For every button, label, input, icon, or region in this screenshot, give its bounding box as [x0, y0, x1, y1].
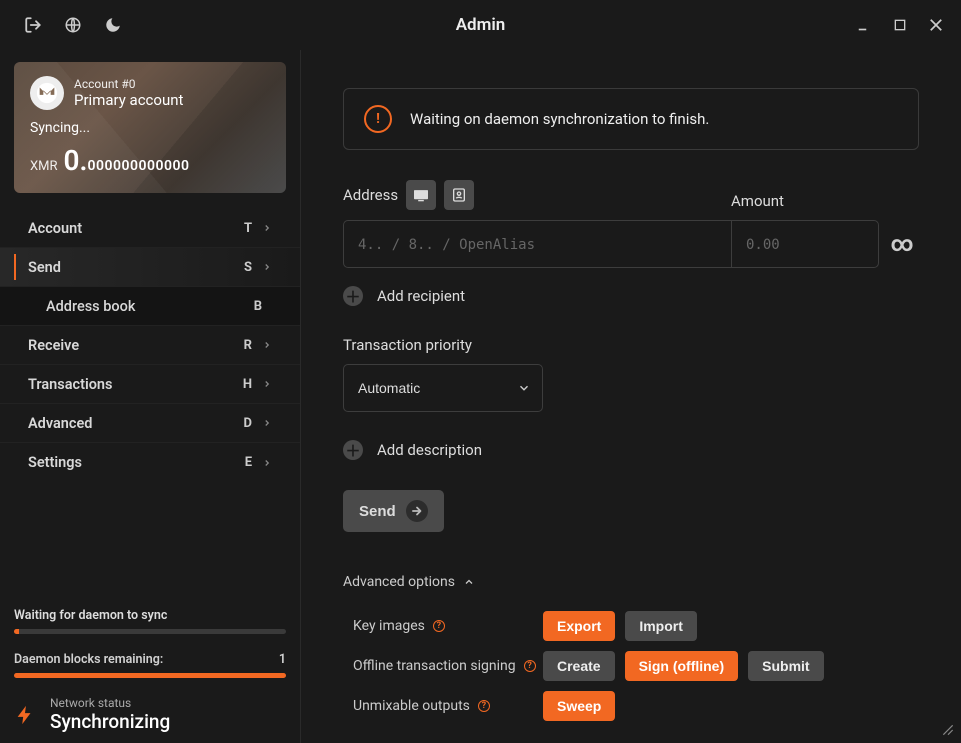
network-status[interactable]: Network status Synchronizing — [14, 696, 286, 733]
sidebar-item-send[interactable]: Send S — [0, 248, 300, 287]
chevron-right-icon — [262, 340, 272, 350]
alert-message: Waiting on daemon synchronization to fin… — [410, 110, 709, 128]
advanced-options-toggle[interactable]: Advanced options — [343, 574, 919, 590]
export-button[interactable]: Export — [543, 611, 615, 641]
sidebar-item-address-book[interactable]: Address book B — [0, 287, 300, 326]
resolve-icon[interactable] — [406, 180, 436, 210]
sync-status-label: Waiting for daemon to sync — [14, 608, 286, 623]
tx-priority-select[interactable] — [343, 364, 543, 412]
sidebar: Account #0 Primary account Syncing... XM… — [0, 50, 301, 743]
resize-handle-icon[interactable] — [941, 723, 955, 737]
submit-button[interactable]: Submit — [748, 651, 823, 681]
daemon-blocks-value: 1 — [279, 652, 286, 667]
globe-icon[interactable] — [56, 8, 90, 42]
chevron-right-icon — [262, 379, 272, 389]
account-balance: XMR 0.000000000000 — [30, 144, 270, 177]
send-all-button[interactable]: ∞ — [885, 220, 919, 268]
chevron-right-icon — [262, 262, 272, 272]
arrow-right-icon — [406, 500, 428, 522]
address-label: Address — [343, 186, 398, 204]
sidebar-item-advanced[interactable]: Advanced D — [0, 404, 300, 443]
address-book-icon[interactable] — [444, 180, 474, 210]
titlebar: Admin — [0, 0, 961, 50]
sidebar-item-settings[interactable]: Settings E — [0, 443, 300, 482]
amount-input[interactable] — [731, 220, 879, 268]
address-input[interactable] — [343, 220, 731, 268]
chevron-right-icon — [262, 418, 272, 428]
offline-signing-label: Offline transaction signing — [353, 658, 516, 674]
daemon-progress-bar — [14, 673, 286, 678]
moon-icon[interactable] — [96, 8, 130, 42]
key-images-label: Key images — [353, 618, 425, 634]
minimize-button[interactable] — [847, 8, 881, 42]
unmixable-outputs-label: Unmixable outputs — [353, 698, 470, 714]
import-button[interactable]: Import — [625, 611, 697, 641]
chevron-up-icon — [463, 576, 475, 588]
maximize-button[interactable] — [883, 8, 917, 42]
account-tag: Account #0 — [74, 77, 183, 91]
close-button[interactable] — [919, 8, 953, 42]
account-sync-status: Syncing... — [30, 120, 270, 136]
daemon-blocks-label: Daemon blocks remaining: — [14, 652, 163, 667]
add-recipient-button[interactable]: ＋ Add recipient — [343, 286, 919, 306]
send-button[interactable]: Send — [343, 490, 444, 532]
tx-priority-label: Transaction priority — [343, 336, 919, 354]
sidebar-nav: Account T Send S Address book B Receive … — [0, 209, 300, 482]
monero-logo-icon — [30, 76, 64, 110]
help-icon[interactable]: ? — [524, 660, 536, 672]
chevron-right-icon — [262, 458, 272, 468]
sidebar-item-transactions[interactable]: Transactions H — [0, 365, 300, 404]
sidebar-status: Waiting for daemon to sync Daemon blocks… — [0, 608, 300, 733]
main-panel: ! Waiting on daemon synchronization to f… — [301, 50, 961, 743]
plus-icon: ＋ — [343, 286, 363, 306]
sync-progress-bar — [14, 629, 286, 634]
bolt-icon — [14, 702, 36, 728]
sign-offline-button[interactable]: Sign (offline) — [625, 651, 739, 681]
help-icon[interactable]: ? — [478, 700, 490, 712]
window-title: Admin — [0, 15, 961, 35]
chevron-right-icon — [262, 223, 272, 233]
plus-icon: ＋ — [343, 440, 363, 460]
sidebar-item-receive[interactable]: Receive R — [0, 326, 300, 365]
sidebar-item-account[interactable]: Account T — [0, 209, 300, 248]
warning-icon: ! — [364, 105, 392, 133]
create-button[interactable]: Create — [543, 651, 615, 681]
account-name: Primary account — [74, 91, 183, 109]
add-description-button[interactable]: ＋ Add description — [343, 440, 919, 460]
amount-label: Amount — [731, 192, 784, 210]
account-card[interactable]: Account #0 Primary account Syncing... XM… — [14, 62, 286, 193]
sync-alert: ! Waiting on daemon synchronization to f… — [343, 88, 919, 150]
help-icon[interactable]: ? — [433, 620, 445, 632]
sweep-button[interactable]: Sweep — [543, 691, 615, 721]
logout-icon[interactable] — [16, 8, 50, 42]
